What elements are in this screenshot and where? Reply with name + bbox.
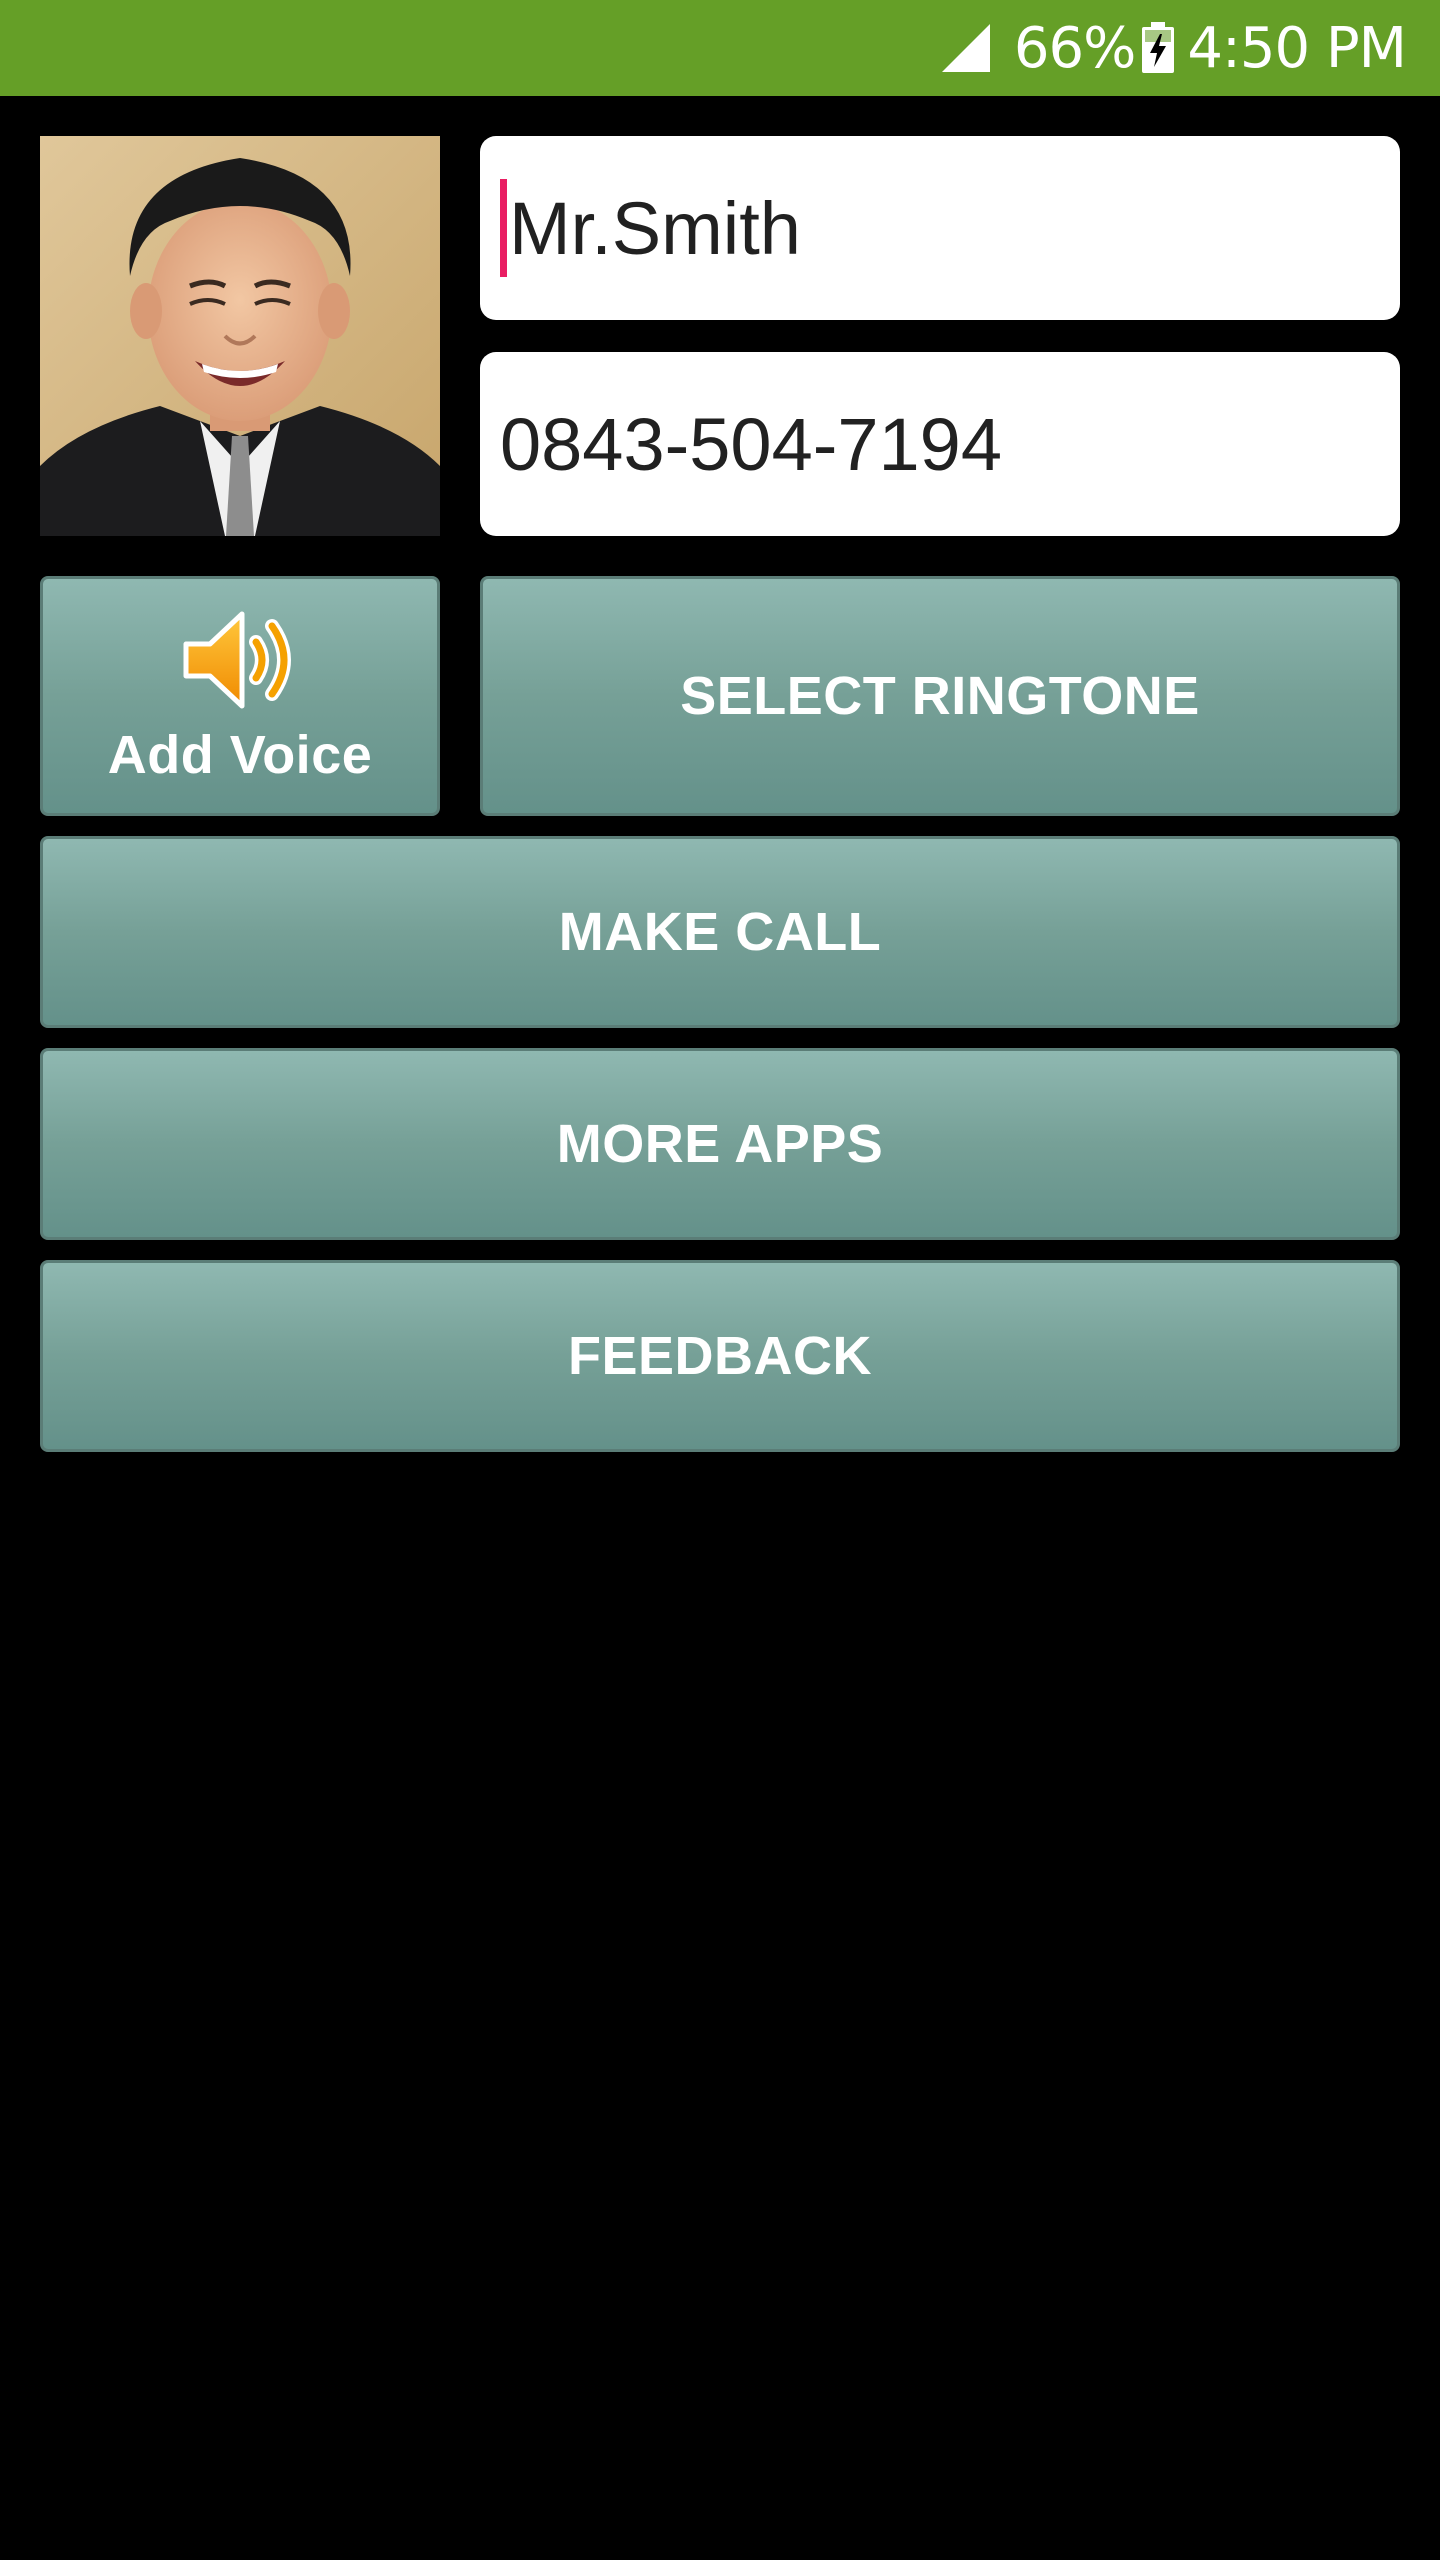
more-apps-label: MORE APPS	[556, 1114, 884, 1174]
more-apps-button[interactable]: MORE APPS	[40, 1048, 1400, 1240]
portrait-image	[40, 136, 440, 536]
caller-phone-input[interactable]: 0843-504-7194	[480, 352, 1400, 536]
caller-name-input[interactable]: Mr.Smith	[480, 136, 1400, 320]
caller-phone-value: 0843-504-7194	[500, 402, 1002, 486]
battery-charging-icon	[1142, 22, 1175, 73]
make-call-button[interactable]: MAKE CALL	[40, 836, 1400, 1028]
battery-percent: 66%	[1013, 15, 1136, 81]
caller-photo[interactable]	[40, 136, 440, 536]
signal-icon	[941, 24, 990, 72]
select-ringtone-button[interactable]: SELECT RINGTONE	[480, 576, 1400, 816]
status-indicators: 66% 4:50 PM	[940, 0, 1407, 96]
feedback-button[interactable]: FEEDBACK	[40, 1260, 1400, 1452]
caller-name-value: Mr.Smith	[509, 186, 801, 270]
add-voice-button[interactable]: Add Voice	[40, 576, 440, 816]
status-bar: 66% 4:50 PM	[0, 0, 1440, 96]
select-ringtone-label: SELECT RINGTONE	[680, 666, 1200, 726]
feedback-label: FEEDBACK	[567, 1326, 872, 1386]
text-cursor	[500, 179, 507, 277]
speaker-icon	[183, 611, 291, 709]
make-call-label: MAKE CALL	[558, 902, 882, 962]
clock-time: 4:50 PM	[1187, 15, 1407, 81]
add-voice-label: Add Voice	[107, 725, 373, 785]
